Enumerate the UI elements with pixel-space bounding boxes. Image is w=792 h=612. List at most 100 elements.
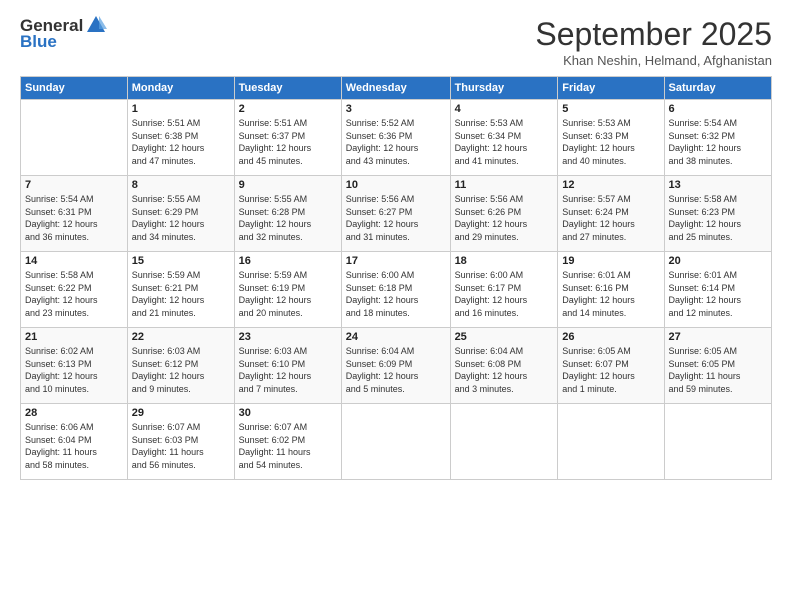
- day-info: Sunrise: 5:55 AM Sunset: 6:28 PM Dayligh…: [239, 193, 337, 243]
- week-row-3: 14 Sunrise: 5:58 AM Sunset: 6:22 PM Dayli…: [21, 252, 772, 328]
- day-cell: [341, 404, 450, 480]
- day-cell: 2 Sunrise: 5:51 AM Sunset: 6:37 PM Daylig…: [234, 100, 341, 176]
- day-cell: 17Sunrise: 6:00 AM Sunset: 6:18 PM Dayli…: [341, 252, 450, 328]
- day-number: 17: [346, 255, 446, 267]
- day-cell: 18Sunrise: 6:00 AM Sunset: 6:17 PM Dayli…: [450, 252, 558, 328]
- day-info: Sunrise: 5:56 AM Sunset: 6:26 PM Dayligh…: [455, 193, 554, 243]
- day-info: Sunrise: 5:58 AM Sunset: 6:23 PM Dayligh…: [669, 193, 767, 243]
- weekday-header: SundayMondayTuesdayWednesdayThursdayFrid…: [21, 77, 772, 100]
- day-number: 14: [25, 255, 123, 267]
- day-info: Sunrise: 5:51 AM Sunset: 6:38 PM Dayligh…: [132, 117, 230, 167]
- day-info: Sunrise: 6:06 AM Sunset: 6:04 PM Dayligh…: [25, 421, 123, 471]
- day-info: Sunrise: 6:04 AM Sunset: 6:08 PM Dayligh…: [455, 345, 554, 395]
- day-number: 1: [132, 103, 230, 115]
- day-number: 26: [562, 331, 659, 343]
- day-info: Sunrise: 5:51 AM Sunset: 6:37 PM Dayligh…: [239, 117, 337, 167]
- day-info: Sunrise: 6:02 AM Sunset: 6:13 PM Dayligh…: [25, 345, 123, 395]
- weekday-wednesday: Wednesday: [341, 77, 450, 100]
- calendar-table: SundayMondayTuesdayWednesdayThursdayFrid…: [20, 76, 772, 480]
- day-cell: 12 Sunrise: 5:57 AM Sunset: 6:24 PM Dayli…: [558, 176, 664, 252]
- day-number: 8: [132, 179, 230, 191]
- day-cell: 10 Sunrise: 5:56 AM Sunset: 6:27 PM Dayli…: [341, 176, 450, 252]
- day-cell: 21Sunrise: 6:02 AM Sunset: 6:13 PM Dayli…: [21, 328, 128, 404]
- day-number: 22: [132, 331, 230, 343]
- day-number: 29: [132, 407, 230, 419]
- logo-blue: Blue: [20, 32, 57, 52]
- weekday-thursday: Thursday: [450, 77, 558, 100]
- day-cell: 5 Sunrise: 5:53 AM Sunset: 6:33 PM Daylig…: [558, 100, 664, 176]
- day-cell: [21, 100, 128, 176]
- day-number: 24: [346, 331, 446, 343]
- day-number: 19: [562, 255, 659, 267]
- day-cell: [664, 404, 771, 480]
- day-number: 2: [239, 103, 337, 115]
- day-info: Sunrise: 6:07 AM Sunset: 6:02 PM Dayligh…: [239, 421, 337, 471]
- weekday-saturday: Saturday: [664, 77, 771, 100]
- day-info: Sunrise: 5:54 AM Sunset: 6:31 PM Dayligh…: [25, 193, 123, 243]
- day-number: 27: [669, 331, 767, 343]
- day-info: Sunrise: 5:53 AM Sunset: 6:33 PM Dayligh…: [562, 117, 659, 167]
- day-number: 7: [25, 179, 123, 191]
- calendar-body: 1 Sunrise: 5:51 AM Sunset: 6:38 PM Daylig…: [21, 100, 772, 480]
- day-cell: 11Sunrise: 5:56 AM Sunset: 6:26 PM Dayli…: [450, 176, 558, 252]
- day-info: Sunrise: 5:59 AM Sunset: 6:21 PM Dayligh…: [132, 269, 230, 319]
- week-row-2: 7 Sunrise: 5:54 AM Sunset: 6:31 PM Daylig…: [21, 176, 772, 252]
- day-cell: 4Sunrise: 5:53 AM Sunset: 6:34 PM Daylig…: [450, 100, 558, 176]
- day-info: Sunrise: 5:54 AM Sunset: 6:32 PM Dayligh…: [669, 117, 767, 167]
- day-cell: 26Sunrise: 6:05 AM Sunset: 6:07 PM Dayli…: [558, 328, 664, 404]
- day-cell: 20 Sunrise: 6:01 AM Sunset: 6:14 PM Dayli…: [664, 252, 771, 328]
- month-title: September 2025: [535, 16, 772, 53]
- day-info: Sunrise: 5:58 AM Sunset: 6:22 PM Dayligh…: [25, 269, 123, 319]
- day-cell: 3 Sunrise: 5:52 AM Sunset: 6:36 PM Daylig…: [341, 100, 450, 176]
- day-info: Sunrise: 6:03 AM Sunset: 6:10 PM Dayligh…: [239, 345, 337, 395]
- day-number: 13: [669, 179, 767, 191]
- day-cell: 19 Sunrise: 6:01 AM Sunset: 6:16 PM Dayli…: [558, 252, 664, 328]
- header: General Blue September 2025 Khan Neshin,…: [20, 16, 772, 68]
- day-info: Sunrise: 6:07 AM Sunset: 6:03 PM Dayligh…: [132, 421, 230, 471]
- day-info: Sunrise: 5:55 AM Sunset: 6:29 PM Dayligh…: [132, 193, 230, 243]
- day-cell: 14 Sunrise: 5:58 AM Sunset: 6:22 PM Dayli…: [21, 252, 128, 328]
- day-cell: 30 Sunrise: 6:07 AM Sunset: 6:02 PM Dayli…: [234, 404, 341, 480]
- day-cell: 15Sunrise: 5:59 AM Sunset: 6:21 PM Dayli…: [127, 252, 234, 328]
- day-number: 6: [669, 103, 767, 115]
- logo-icon: [85, 14, 107, 36]
- page: General Blue September 2025 Khan Neshin,…: [0, 0, 792, 612]
- day-cell: 8 Sunrise: 5:55 AM Sunset: 6:29 PM Daylig…: [127, 176, 234, 252]
- day-cell: 22 Sunrise: 6:03 AM Sunset: 6:12 PM Dayli…: [127, 328, 234, 404]
- day-cell: 27 Sunrise: 6:05 AM Sunset: 6:05 PM Dayli…: [664, 328, 771, 404]
- day-cell: 16Sunrise: 5:59 AM Sunset: 6:19 PM Dayli…: [234, 252, 341, 328]
- day-cell: [558, 404, 664, 480]
- day-cell: 1 Sunrise: 5:51 AM Sunset: 6:38 PM Daylig…: [127, 100, 234, 176]
- day-number: 3: [346, 103, 446, 115]
- week-row-1: 1 Sunrise: 5:51 AM Sunset: 6:38 PM Daylig…: [21, 100, 772, 176]
- day-number: 9: [239, 179, 337, 191]
- day-cell: 13 Sunrise: 5:58 AM Sunset: 6:23 PM Dayli…: [664, 176, 771, 252]
- day-cell: 7 Sunrise: 5:54 AM Sunset: 6:31 PM Daylig…: [21, 176, 128, 252]
- day-info: Sunrise: 6:04 AM Sunset: 6:09 PM Dayligh…: [346, 345, 446, 395]
- day-number: 5: [562, 103, 659, 115]
- day-number: 16: [239, 255, 337, 267]
- day-info: Sunrise: 5:52 AM Sunset: 6:36 PM Dayligh…: [346, 117, 446, 167]
- day-number: 4: [455, 103, 554, 115]
- day-info: Sunrise: 5:57 AM Sunset: 6:24 PM Dayligh…: [562, 193, 659, 243]
- day-info: Sunrise: 6:00 AM Sunset: 6:17 PM Dayligh…: [455, 269, 554, 319]
- day-cell: 24 Sunrise: 6:04 AM Sunset: 6:09 PM Dayli…: [341, 328, 450, 404]
- week-row-4: 21Sunrise: 6:02 AM Sunset: 6:13 PM Dayli…: [21, 328, 772, 404]
- day-number: 20: [669, 255, 767, 267]
- day-info: Sunrise: 6:03 AM Sunset: 6:12 PM Dayligh…: [132, 345, 230, 395]
- day-info: Sunrise: 5:56 AM Sunset: 6:27 PM Dayligh…: [346, 193, 446, 243]
- day-number: 10: [346, 179, 446, 191]
- day-cell: 25 Sunrise: 6:04 AM Sunset: 6:08 PM Dayli…: [450, 328, 558, 404]
- day-cell: 9 Sunrise: 5:55 AM Sunset: 6:28 PM Daylig…: [234, 176, 341, 252]
- day-number: 30: [239, 407, 337, 419]
- location: Khan Neshin, Helmand, Afghanistan: [535, 53, 772, 68]
- day-cell: 29 Sunrise: 6:07 AM Sunset: 6:03 PM Dayli…: [127, 404, 234, 480]
- day-number: 12: [562, 179, 659, 191]
- day-info: Sunrise: 6:01 AM Sunset: 6:14 PM Dayligh…: [669, 269, 767, 319]
- day-info: Sunrise: 6:05 AM Sunset: 6:05 PM Dayligh…: [669, 345, 767, 395]
- day-number: 28: [25, 407, 123, 419]
- weekday-tuesday: Tuesday: [234, 77, 341, 100]
- day-number: 25: [455, 331, 554, 343]
- title-block: September 2025 Khan Neshin, Helmand, Afg…: [535, 16, 772, 68]
- day-info: Sunrise: 6:01 AM Sunset: 6:16 PM Dayligh…: [562, 269, 659, 319]
